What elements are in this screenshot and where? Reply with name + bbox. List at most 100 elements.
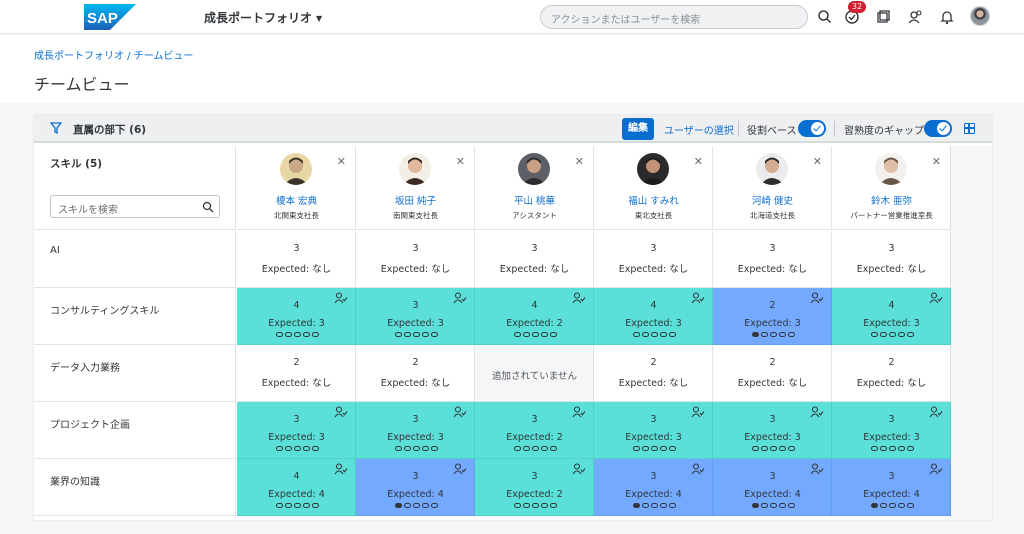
skill-cell[interactable]: 4 Expected: 4 <box>237 459 356 516</box>
assessment-person-icon[interactable] <box>453 463 467 475</box>
notification-count-badge: 32 <box>848 1 866 13</box>
sap-logo[interactable]: SAP <box>84 4 136 30</box>
skill-cell[interactable]: 2 Expected: なし <box>237 345 356 402</box>
skill-cell[interactable]: 4 Expected: 3 <box>237 288 356 345</box>
remove-user-icon[interactable]: ✕ <box>456 155 465 168</box>
assessment-person-icon[interactable] <box>453 292 467 304</box>
skill-search-input[interactable]: スキルを検索 <box>50 195 220 218</box>
gap-dot <box>632 503 640 508</box>
edit-button[interactable]: 編集 <box>622 118 654 140</box>
gap-dot <box>412 503 420 508</box>
skill-cell[interactable]: 3 Expected: 4 <box>356 459 475 516</box>
skill-cell[interactable]: 3 Expected: なし <box>356 231 475 288</box>
app-title-menu[interactable]: 成長ポートフォリオ ▼ <box>204 9 322 26</box>
assessment-person-icon[interactable] <box>810 463 824 475</box>
gap-dot <box>421 503 429 508</box>
skill-cell[interactable]: 3 Expected: 2 <box>475 459 594 516</box>
skill-cell[interactable]: 3 Expected: 2 <box>475 402 594 459</box>
user-name[interactable]: 坂田 純子 <box>356 193 475 207</box>
skill-cell[interactable]: 4 Expected: 3 <box>594 288 713 345</box>
user-name[interactable]: 鈴木 亜弥 <box>832 193 951 207</box>
user-photo[interactable] <box>756 153 788 185</box>
role-based-toggle[interactable] <box>798 120 826 137</box>
global-search-input[interactable]: アクションまたはユーザーを検索 <box>540 5 808 29</box>
skill-cell[interactable]: 3 Expected: なし <box>237 231 356 288</box>
remove-user-icon[interactable]: ✕ <box>694 155 703 168</box>
assessment-person-icon[interactable] <box>334 463 348 475</box>
proficiency-level: 2 <box>650 357 657 368</box>
skill-cell[interactable]: 3 Expected: 3 <box>237 402 356 459</box>
gap-dot <box>302 503 310 508</box>
gap-dot <box>522 503 530 508</box>
gap-dot <box>531 332 539 337</box>
select-users-button[interactable]: ユーザーの選択 <box>664 122 734 137</box>
remove-user-icon[interactable]: ✕ <box>932 155 941 168</box>
user-photo[interactable] <box>518 153 550 185</box>
expected-level: Expected: なし <box>261 264 332 275</box>
user-photo[interactable] <box>637 153 669 185</box>
assessment-person-icon[interactable] <box>334 406 348 418</box>
skill-cell[interactable]: 3 Expected: なし <box>832 231 951 288</box>
assessment-person-icon[interactable] <box>572 406 586 418</box>
skill-cell[interactable]: 3 Expected: 3 <box>594 402 713 459</box>
copy-icon[interactable] <box>874 8 892 26</box>
assessment-person-icon[interactable] <box>929 292 943 304</box>
search-icon[interactable] <box>816 8 834 26</box>
assessment-person-icon[interactable] <box>929 406 943 418</box>
breadcrumb[interactable]: 成長ポートフォリオ / チームビュー <box>34 47 193 62</box>
skill-cell[interactable]: 3 Expected: 4 <box>713 459 832 516</box>
skill-cell[interactable]: 2 Expected: なし <box>713 345 832 402</box>
user-name[interactable]: 福山 すみれ <box>594 193 713 207</box>
gap-dot <box>668 332 676 337</box>
skill-cell[interactable]: 2 Expected: 3 <box>713 288 832 345</box>
assessment-person-icon[interactable] <box>572 292 586 304</box>
skill-cell[interactable]: 2 Expected: なし <box>832 345 951 402</box>
skill-cell[interactable]: 3 Expected: 3 <box>713 402 832 459</box>
gap-dot <box>540 446 548 451</box>
proficiency-level: 3 <box>531 243 538 254</box>
skill-cell[interactable]: 3 Expected: 4 <box>594 459 713 516</box>
user-photo[interactable] <box>280 153 312 185</box>
skill-cell[interactable]: 追加されていません <box>475 345 594 402</box>
assessment-person-icon[interactable] <box>691 406 705 418</box>
remove-user-icon[interactable]: ✕ <box>337 155 346 168</box>
skill-cell[interactable]: 3 Expected: 3 <box>832 402 951 459</box>
gap-dot <box>906 503 914 508</box>
user-name[interactable]: 平山 桃華 <box>475 193 594 207</box>
proficiency-gap-toggle[interactable] <box>924 120 952 137</box>
assessment-person-icon[interactable] <box>572 463 586 475</box>
table-settings-icon[interactable] <box>964 123 975 134</box>
skill-cell[interactable]: 2 Expected: なし <box>356 345 475 402</box>
assessment-person-icon[interactable] <box>453 406 467 418</box>
gap-dot <box>787 503 795 508</box>
search-icon[interactable] <box>202 201 214 213</box>
bell-icon[interactable] <box>938 8 956 26</box>
skill-cell[interactable]: 3 Expected: なし <box>475 231 594 288</box>
skill-cell[interactable]: 3 Expected: 3 <box>356 288 475 345</box>
filter-icon[interactable] <box>50 122 62 134</box>
skill-cell[interactable]: 4 Expected: 2 <box>475 288 594 345</box>
gap-dot <box>641 446 649 451</box>
assessment-person-icon[interactable] <box>691 463 705 475</box>
assessment-person-icon[interactable] <box>691 292 705 304</box>
user-name[interactable]: 榎本 宏典 <box>237 193 356 207</box>
skill-cell[interactable]: 3 Expected: 4 <box>832 459 951 516</box>
skill-cell[interactable]: 3 Expected: 3 <box>356 402 475 459</box>
assessment-person-icon[interactable] <box>810 292 824 304</box>
assessment-person-icon[interactable] <box>334 292 348 304</box>
skill-cell[interactable]: 2 Expected: なし <box>594 345 713 402</box>
assessment-person-icon[interactable] <box>929 463 943 475</box>
skill-cell[interactable]: 3 Expected: なし <box>594 231 713 288</box>
assessment-person-icon[interactable] <box>810 406 824 418</box>
remove-user-icon[interactable]: ✕ <box>575 155 584 168</box>
skill-cell[interactable]: 3 Expected: なし <box>713 231 832 288</box>
remove-user-icon[interactable]: ✕ <box>813 155 822 168</box>
user-avatar[interactable] <box>970 6 990 26</box>
gap-indicator <box>629 446 679 452</box>
user-role: 北海道支社長 <box>750 211 795 220</box>
skill-cell[interactable]: 4 Expected: 3 <box>832 288 951 345</box>
user-photo[interactable] <box>875 153 907 185</box>
people-icon[interactable] <box>906 8 924 26</box>
user-name[interactable]: 河崎 健史 <box>713 193 832 207</box>
user-photo[interactable] <box>399 153 431 185</box>
